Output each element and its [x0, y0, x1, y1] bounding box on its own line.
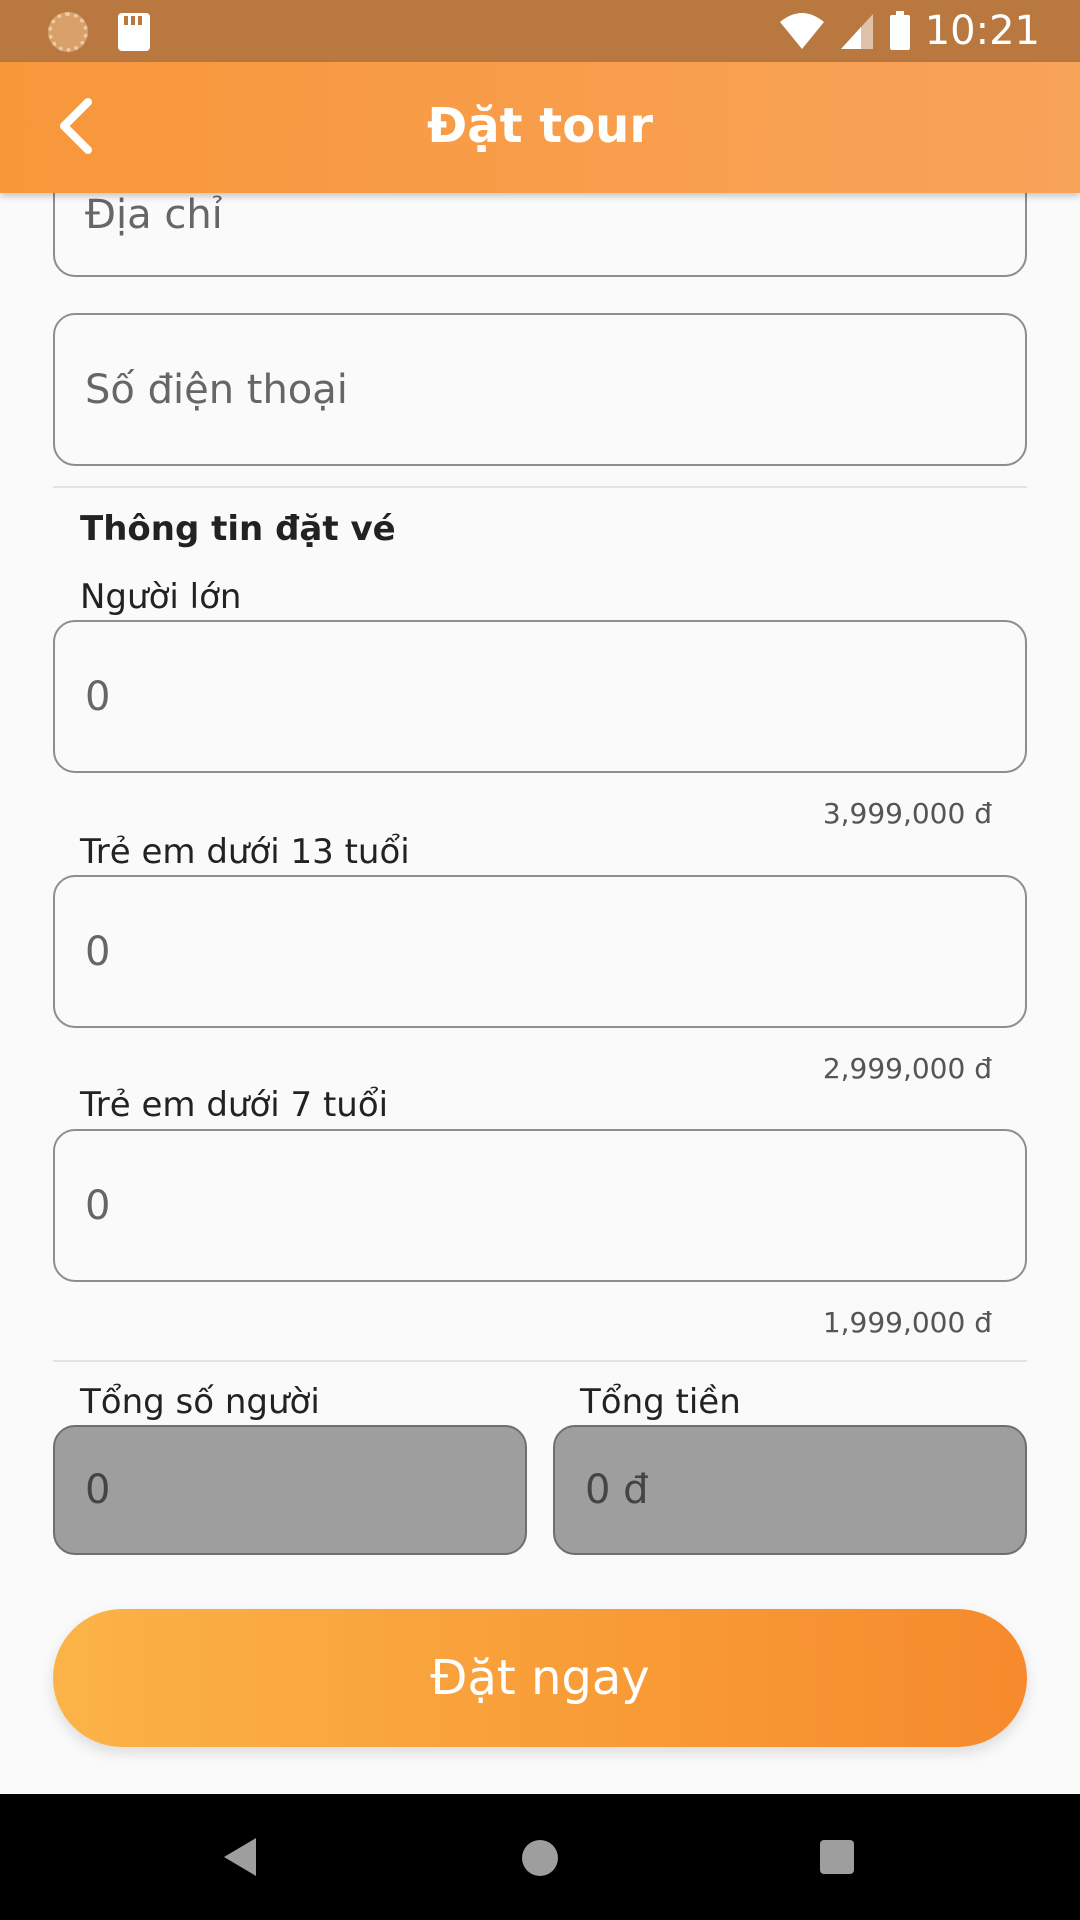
adult-count-value: 0 [85, 673, 111, 720]
battery-icon [889, 11, 910, 50]
adult-price: 3,999,000 đ [822, 797, 992, 830]
child13-count-field[interactable]: 0 [53, 875, 1027, 1028]
book-now-button[interactable]: Đặt ngay [53, 1609, 1027, 1747]
booking-form[interactable]: Địa chỉ Số điện thoại Thông tin đặt vé N… [0, 193, 1080, 1766]
child7-price: 1,999,000 đ [822, 1306, 992, 1339]
child13-count-value: 0 [85, 928, 111, 975]
total-money-label: Tổng tiền [580, 1382, 741, 1422]
adult-count-field[interactable]: 0 [53, 620, 1027, 773]
child7-count-field[interactable]: 0 [53, 1129, 1027, 1282]
nav-home-icon[interactable] [522, 1840, 558, 1876]
app-bar: Đặt tour [0, 62, 1080, 193]
divider [53, 486, 1027, 488]
total-people-value: 0 [85, 1467, 111, 1513]
address-field[interactable]: Địa chỉ [53, 193, 1027, 277]
phone-field[interactable]: Số điện thoại [53, 313, 1027, 466]
phone-placeholder: Số điện thoại [85, 366, 348, 413]
clock: 10:21 [924, 8, 1040, 54]
wifi-icon [779, 13, 824, 49]
page-title: Đặt tour [426, 98, 654, 154]
system-nav-bar [0, 1794, 1080, 1920]
total-money-field: 0 đ [553, 1425, 1027, 1555]
adult-label: Người lớn [80, 577, 242, 617]
sd-card-icon [118, 13, 150, 51]
notification-sun-icon [48, 12, 88, 52]
nav-recents-icon[interactable] [820, 1840, 854, 1874]
total-money-value: 0 đ [585, 1467, 649, 1513]
child13-price: 2,999,000 đ [822, 1052, 992, 1085]
signal-icon [840, 14, 873, 49]
address-placeholder: Địa chỉ [85, 193, 223, 238]
child13-label: Trẻ em dưới 13 tuổi [80, 832, 410, 872]
section-title: Thông tin đặt vé [80, 509, 396, 549]
total-people-field: 0 [53, 1425, 527, 1555]
child7-count-value: 0 [85, 1182, 111, 1229]
total-people-label: Tổng số người [80, 1382, 320, 1422]
book-now-label: Đặt ngay [430, 1650, 650, 1706]
nav-back-icon[interactable] [224, 1838, 256, 1876]
child7-label: Trẻ em dưới 7 tuổi [80, 1085, 389, 1125]
status-bar: 10:21 [0, 0, 1080, 62]
divider [53, 1360, 1027, 1362]
